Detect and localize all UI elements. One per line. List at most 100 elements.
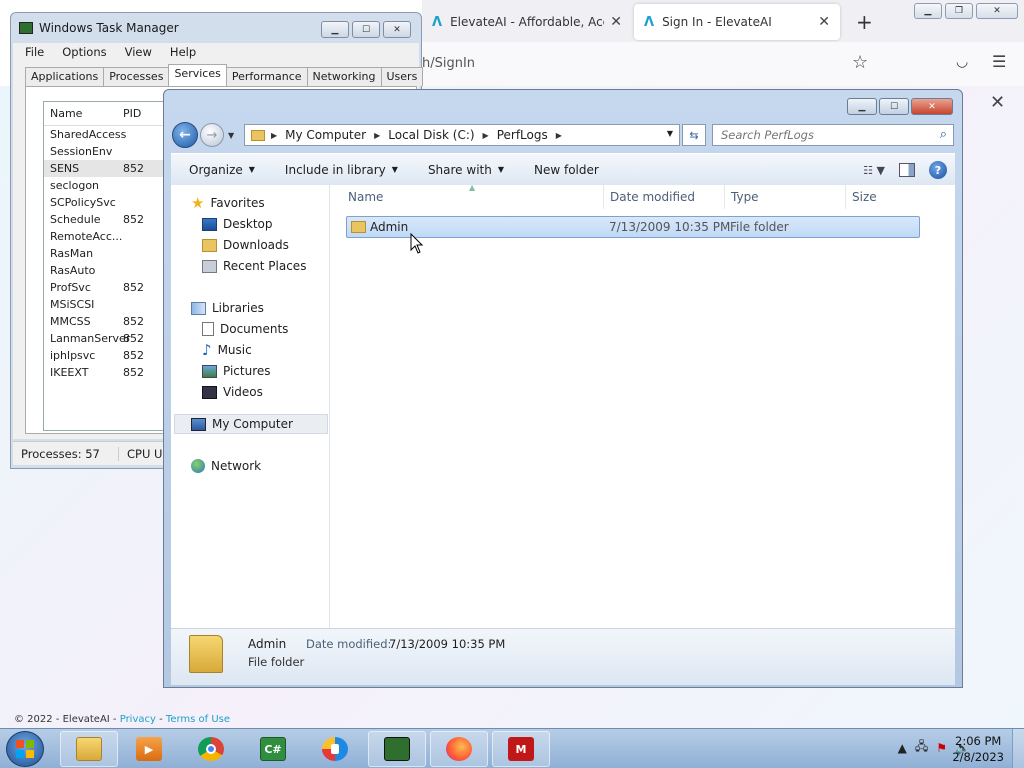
taskbar-chrome[interactable] <box>182 731 240 767</box>
close-tab-icon[interactable]: ✕ <box>818 14 830 30</box>
search-input[interactable] <box>721 128 921 142</box>
minimize-icon[interactable]: ▁ <box>321 21 349 38</box>
table-row[interactable]: Schedule 852 <box>44 211 182 228</box>
sidebar-item-recent-places[interactable]: Recent Places <box>202 256 306 276</box>
menu-file[interactable]: File <box>25 45 44 59</box>
table-row[interactable]: MMCSS 852 <box>44 313 182 330</box>
column-header-size[interactable]: Size <box>847 185 947 209</box>
forward-arrow-icon[interactable]: → <box>200 123 224 147</box>
column-header-date-modified[interactable]: Date modified <box>605 185 725 209</box>
chevron-right-icon[interactable]: ▶ <box>271 131 277 140</box>
browser-tab-elevateai[interactable]: Ʌ ElevateAI - Affordable, Accur ✕ <box>422 4 632 40</box>
chevron-right-icon[interactable]: ▶ <box>483 131 489 140</box>
network-tray-icon[interactable]: 🖧 <box>915 737 928 758</box>
table-row[interactable]: seclogon <box>44 177 182 194</box>
sidebar-item-libraries[interactable]: Libraries <box>191 298 264 318</box>
sidebar-item-network[interactable]: Network <box>191 456 261 476</box>
menu-options[interactable]: Options <box>62 45 106 59</box>
sidebar-item-music[interactable]: ♪ Music <box>202 340 252 360</box>
column-header-name[interactable]: Name <box>44 107 123 120</box>
column-header-type[interactable]: Type <box>726 185 846 209</box>
terms-link[interactable]: Terms of Use <box>166 714 230 725</box>
privacy-link[interactable]: Privacy <box>120 714 156 725</box>
action-center-flag-icon[interactable]: ⚑ <box>936 741 947 755</box>
new-tab-icon[interactable]: + <box>856 10 873 34</box>
maximize-icon[interactable]: ☐ <box>352 21 380 38</box>
sidebar-item-pictures[interactable]: Pictures <box>202 361 271 381</box>
taskbar-security-app[interactable] <box>306 731 364 767</box>
tab-users[interactable]: Users <box>380 67 424 86</box>
taskbar-firefox[interactable] <box>430 731 488 767</box>
tab-performance[interactable]: Performance <box>225 67 308 86</box>
close-banner-icon[interactable]: ✕ <box>990 92 1005 113</box>
table-row[interactable]: IKEEXT 852 <box>44 364 182 381</box>
help-icon[interactable]: ? <box>929 161 947 179</box>
sidebar-item-documents[interactable]: Documents <box>202 319 288 339</box>
taskbar-mcafee[interactable]: M <box>492 731 550 767</box>
start-button[interactable] <box>6 731 44 767</box>
clock[interactable]: 2:06 PM 2/8/2023 <box>952 733 1004 765</box>
table-row[interactable]: RemoteAcc... <box>44 228 182 245</box>
column-header-pid[interactable]: PID <box>123 107 141 120</box>
tab-networking[interactable]: Networking <box>306 67 382 86</box>
maximize-icon[interactable]: ☐ <box>879 98 909 115</box>
table-row[interactable]: RasAuto <box>44 262 182 279</box>
breadcrumb-perflogs[interactable]: PerfLogs <box>497 128 548 142</box>
table-row[interactable]: MSiSCSI <box>44 296 182 313</box>
taskbar-file-explorer[interactable] <box>60 731 118 767</box>
chevron-right-icon[interactable]: ▶ <box>556 131 562 140</box>
table-row[interactable]: iphlpsvc 852 <box>44 347 182 364</box>
browser-tab-sign-in[interactable]: Ʌ Sign In - ElevateAI ✕ <box>634 4 840 40</box>
column-header-name[interactable]: Name ▲ <box>331 183 604 209</box>
sidebar-item-downloads[interactable]: Downloads <box>202 235 289 255</box>
back-arrow-icon[interactable]: ← <box>172 122 198 148</box>
recent-pages-chevron-icon[interactable]: ▼ <box>228 131 234 140</box>
sidebar-item-videos[interactable]: Videos <box>202 382 263 402</box>
file-row-admin[interactable]: Admin 7/13/2009 10:35 PM File folder <box>346 216 920 238</box>
change-view-icon[interactable]: ☷ ▼ <box>863 164 885 177</box>
bookmark-star-icon[interactable]: ☆ <box>852 52 868 73</box>
services-list[interactable]: Name PID SharedAccess SessionEnv SENS 852 se… <box>43 101 183 431</box>
taskbar-media-player[interactable]: ▶ <box>120 731 178 767</box>
table-row[interactable]: SessionEnv <box>44 143 182 160</box>
close-icon[interactable]: ✕ <box>911 98 953 115</box>
pocket-icon[interactable]: ◡ <box>956 54 968 70</box>
chevron-right-icon[interactable]: ▶ <box>374 131 380 140</box>
sidebar-item-desktop[interactable]: Desktop <box>202 214 273 234</box>
restore-icon[interactable]: ❐ <box>945 3 973 19</box>
search-icon[interactable]: ⌕ <box>940 127 947 142</box>
new-folder-button[interactable]: New folder <box>534 163 599 177</box>
breadcrumb-local-disk[interactable]: Local Disk (C:) <box>388 128 474 142</box>
hamburger-menu-icon[interactable]: ☰ <box>992 52 1006 71</box>
tab-applications[interactable]: Applications <box>25 67 105 86</box>
show-desktop-button[interactable] <box>1012 729 1024 768</box>
table-row[interactable]: SENS 852 <box>44 160 182 177</box>
minimize-icon[interactable]: ▁ <box>914 3 942 19</box>
close-icon[interactable]: ✕ <box>383 21 411 38</box>
menu-help[interactable]: Help <box>170 45 196 59</box>
sidebar-item-my-computer[interactable]: My Computer <box>174 414 328 434</box>
table-row[interactable]: ProfSvc 852 <box>44 279 182 296</box>
address-bar[interactable]: ▶ My Computer ▶ Local Disk (C:) ▶ PerfLo… <box>244 124 680 146</box>
preview-pane-icon[interactable] <box>899 163 915 177</box>
address-dropdown-icon[interactable]: ▼ <box>667 129 673 138</box>
close-icon[interactable]: ✕ <box>976 3 1018 19</box>
table-row[interactable]: LanmanServer 852 <box>44 330 182 347</box>
taskbar-task-manager[interactable] <box>368 731 426 767</box>
sidebar-item-favorites[interactable]: ★ Favorites <box>191 193 265 213</box>
tab-processes[interactable]: Processes <box>103 67 170 86</box>
taskbar-csharp-editor[interactable]: C# <box>244 731 302 767</box>
table-row[interactable]: SharedAccess <box>44 126 182 143</box>
minimize-icon[interactable]: ▁ <box>847 98 877 115</box>
table-row[interactable]: SCPolicySvc <box>44 194 182 211</box>
close-tab-icon[interactable]: ✕ <box>610 14 622 30</box>
organize-button[interactable]: Organize ▼ <box>189 163 255 177</box>
menu-view[interactable]: View <box>125 45 152 59</box>
breadcrumb-my-computer[interactable]: My Computer <box>285 128 366 142</box>
show-hidden-icons-icon[interactable]: ▲ <box>898 741 907 755</box>
url-bar[interactable]: h/SignIn <box>422 56 475 71</box>
share-with-button[interactable]: Share with ▼ <box>428 163 504 177</box>
include-in-library-button[interactable]: Include in library ▼ <box>285 163 398 177</box>
tab-services[interactable]: Services <box>168 64 227 86</box>
table-row[interactable]: RasMan <box>44 245 182 262</box>
